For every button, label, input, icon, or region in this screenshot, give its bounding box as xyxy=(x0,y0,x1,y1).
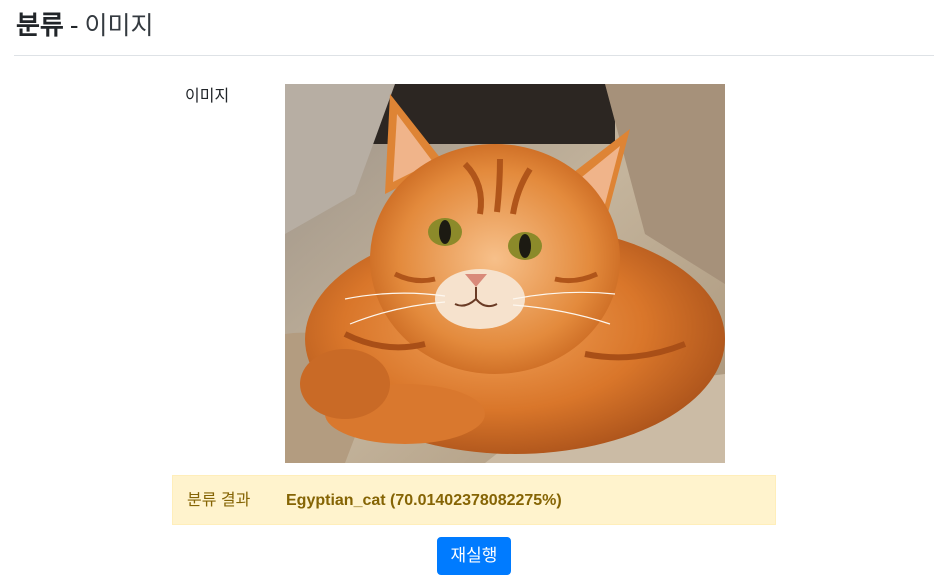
page: 분류 - 이미지 이미지 분류 결과 Egyptian_cat (70.0140… xyxy=(0,0,950,579)
result-value: Egyptian_cat (70.01402378082275%) xyxy=(286,492,562,509)
page-title-separator: - xyxy=(69,10,79,40)
page-title-main: 분류 xyxy=(16,10,64,40)
classification-result: 분류 결과 Egyptian_cat (70.01402378082275%) xyxy=(172,475,776,525)
rerun-button[interactable]: 재실행 xyxy=(437,537,511,575)
cat-photo-illustration xyxy=(285,84,725,463)
cat-photo xyxy=(285,84,725,463)
page-title-sub: 이미지 xyxy=(84,12,154,40)
image-field-label: 이미지 xyxy=(185,88,230,105)
page-title: 분류 - 이미지 xyxy=(16,9,154,42)
page-header: 분류 - 이미지 xyxy=(14,0,934,56)
result-label: 분류 결과 xyxy=(187,492,251,509)
